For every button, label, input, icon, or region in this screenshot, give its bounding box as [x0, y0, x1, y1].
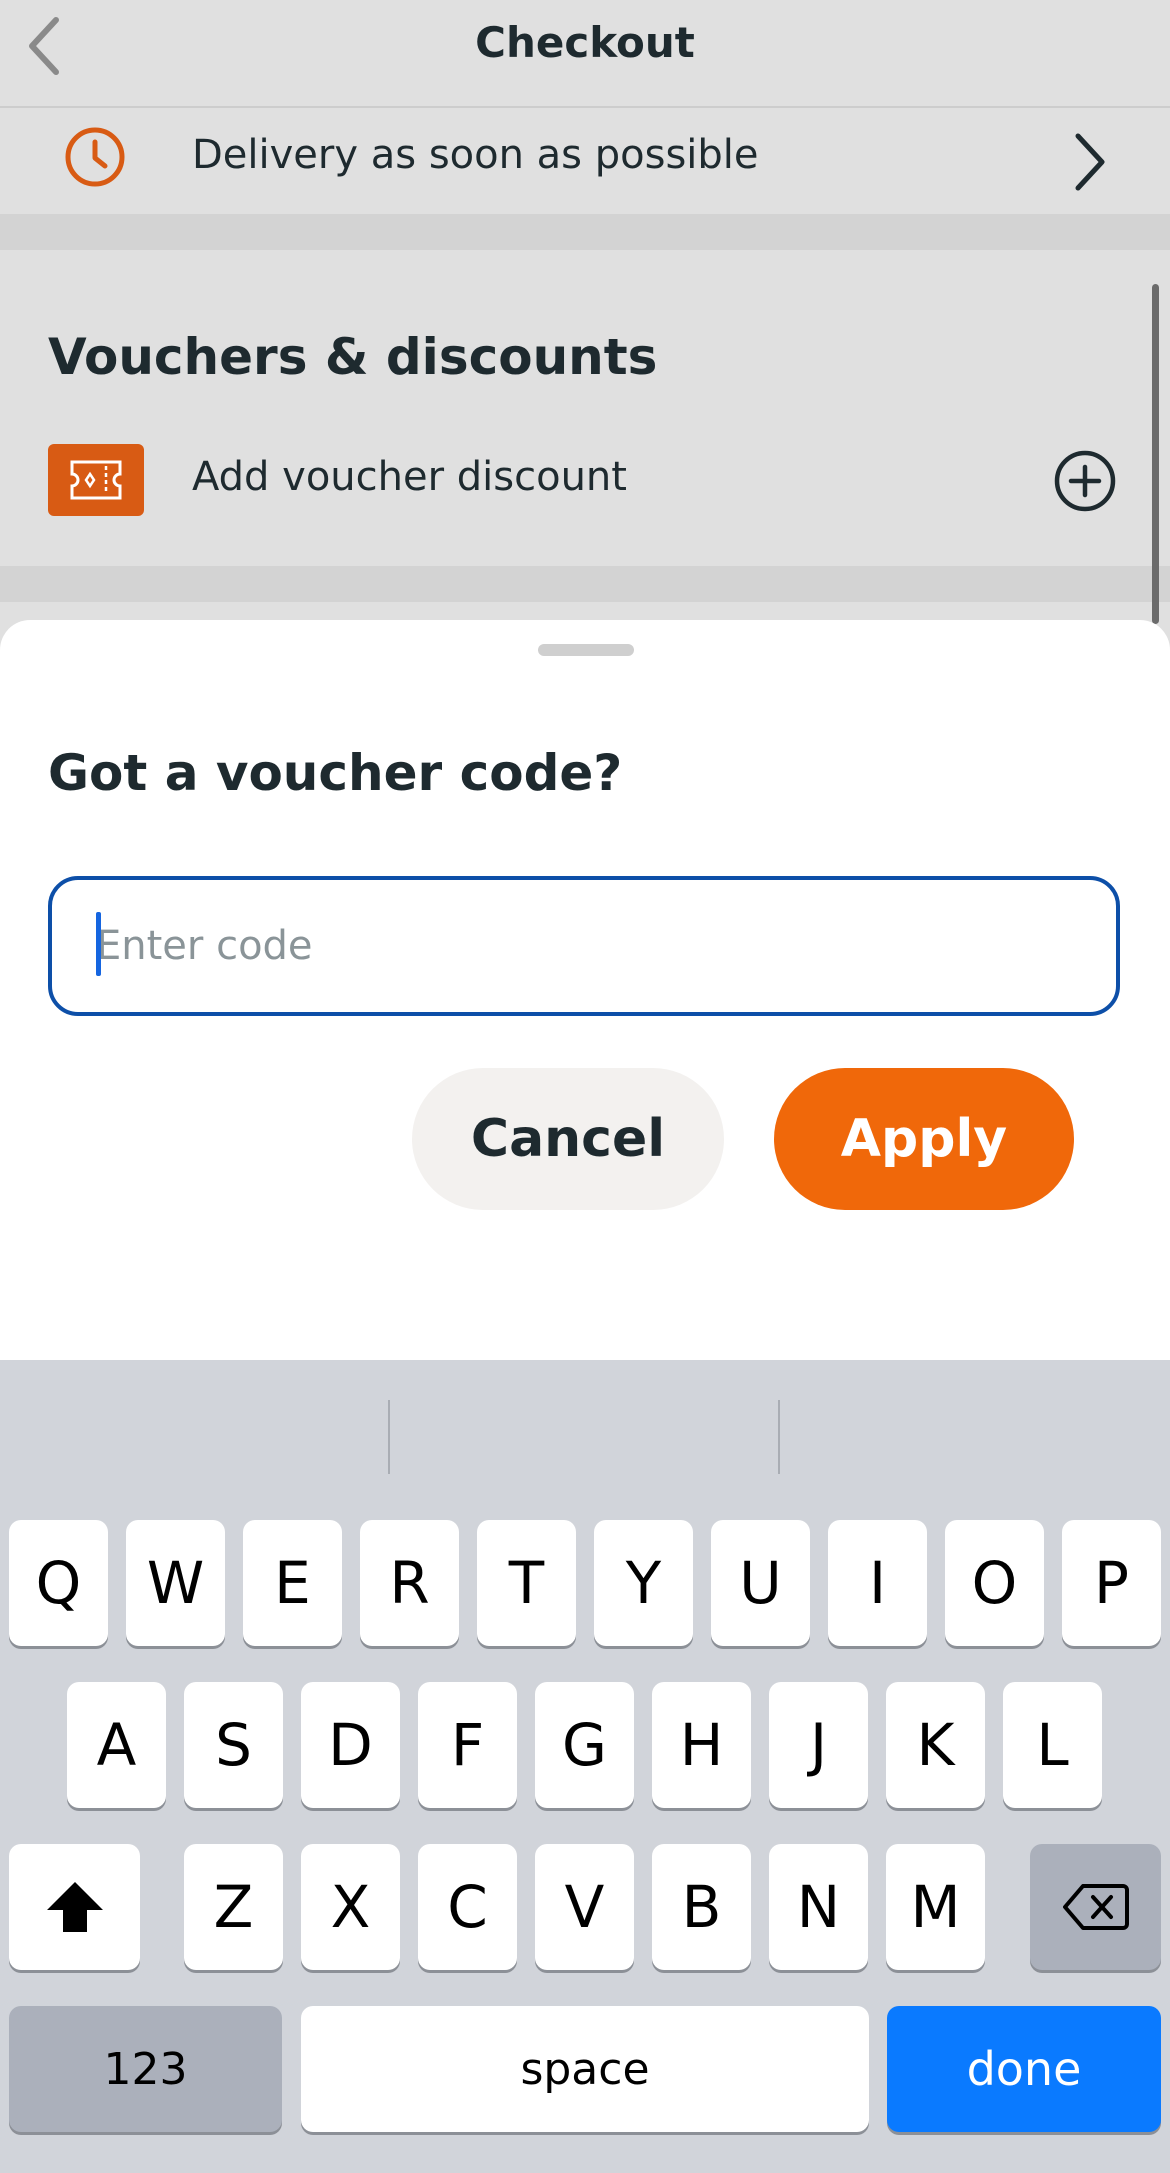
key-l[interactable]: L: [1003, 1682, 1102, 1808]
suggestion-divider: [388, 1400, 390, 1474]
key-s[interactable]: S: [184, 1682, 283, 1808]
key-w[interactable]: W: [126, 1520, 225, 1646]
key-v[interactable]: V: [535, 1844, 634, 1970]
section-divider: [0, 214, 1170, 250]
shift-key[interactable]: [9, 1844, 140, 1970]
key-d[interactable]: D: [301, 1682, 400, 1808]
done-key[interactable]: done: [887, 2006, 1161, 2132]
voucher-code-input[interactable]: [48, 876, 1120, 1016]
key-x[interactable]: X: [301, 1844, 400, 1970]
key-i[interactable]: I: [828, 1520, 927, 1646]
ticket-icon: [48, 444, 144, 516]
key-k[interactable]: K: [886, 1682, 985, 1808]
scrollbar[interactable]: [1152, 284, 1159, 624]
shift-icon: [46, 1882, 103, 1932]
voucher-bottom-sheet: Got a voucher code? Cancel Apply: [0, 620, 1170, 1360]
add-voucher-label[interactable]: Add voucher discount: [192, 454, 627, 500]
on-screen-keyboard: Q W E R T Y U I O P A S D F G H J K L Z …: [0, 1360, 1170, 2173]
key-c[interactable]: C: [418, 1844, 517, 1970]
key-n[interactable]: N: [769, 1844, 868, 1970]
backspace-key[interactable]: [1030, 1844, 1161, 1970]
sheet-grabber[interactable]: [538, 644, 634, 656]
key-q[interactable]: Q: [9, 1520, 108, 1646]
delivery-text: Delivery as soon as possible: [192, 132, 759, 178]
section-divider: [0, 566, 1170, 602]
space-key[interactable]: space: [301, 2006, 869, 2132]
cancel-button[interactable]: Cancel: [412, 1068, 724, 1210]
vouchers-section: Vouchers & discounts Add voucher discoun…: [0, 250, 1170, 566]
key-o[interactable]: O: [945, 1520, 1044, 1646]
apply-button[interactable]: Apply: [774, 1068, 1074, 1210]
key-h[interactable]: H: [652, 1682, 751, 1808]
key-r[interactable]: R: [360, 1520, 459, 1646]
plus-circle-icon[interactable]: [1052, 448, 1118, 514]
delivery-time-row[interactable]: Delivery as soon as possible: [0, 110, 1170, 214]
vouchers-title: Vouchers & discounts: [48, 328, 658, 386]
suggestion-divider: [778, 1400, 780, 1474]
page-title: Checkout: [475, 18, 695, 67]
key-y[interactable]: Y: [594, 1520, 693, 1646]
text-caret: [96, 912, 101, 976]
key-p[interactable]: P: [1062, 1520, 1161, 1646]
chevron-right-icon: [1075, 133, 1105, 191]
checkout-background: Checkout Delivery as soon as possible Vo…: [0, 0, 1170, 700]
clock-icon: [65, 127, 125, 187]
sheet-title: Got a voucher code?: [48, 744, 623, 802]
key-b[interactable]: B: [652, 1844, 751, 1970]
key-j[interactable]: J: [769, 1682, 868, 1808]
key-t[interactable]: T: [477, 1520, 576, 1646]
key-m[interactable]: M: [886, 1844, 985, 1970]
key-u[interactable]: U: [711, 1520, 810, 1646]
key-e[interactable]: E: [243, 1520, 342, 1646]
backspace-icon: [1062, 1884, 1129, 1930]
key-f[interactable]: F: [418, 1682, 517, 1808]
key-a[interactable]: A: [67, 1682, 166, 1808]
key-z[interactable]: Z: [184, 1844, 283, 1970]
nav-bar: Checkout: [0, 0, 1170, 108]
key-g[interactable]: G: [535, 1682, 634, 1808]
numbers-key[interactable]: 123: [9, 2006, 282, 2132]
